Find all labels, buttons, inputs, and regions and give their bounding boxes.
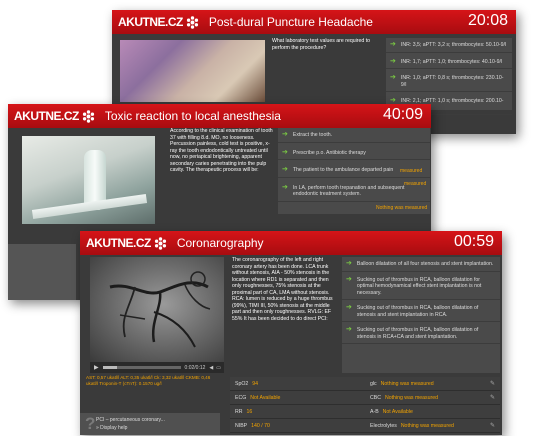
answer-option[interactable]: ➔ Prescribe p.o. Antibiotic therapy bbox=[278, 143, 430, 160]
vital-spo2[interactable]: SpO2 94 bbox=[230, 381, 365, 387]
case-title: Post-dural Puncture Headache bbox=[208, 15, 373, 29]
case-timer: 40:09 bbox=[382, 106, 423, 123]
volume-icon[interactable]: ◀ bbox=[209, 365, 213, 371]
video-time: 0:02/0:12 bbox=[184, 364, 206, 371]
answer-option[interactable]: ➔ Sucking out of thrombus in RCA, balloon… bbox=[342, 300, 500, 322]
vitals-row: RR 16 A-B Not Available bbox=[230, 405, 500, 419]
answer-option[interactable]: ➔ INR: 3,5; aPTT: 3,2 s; thrombocytes: 50… bbox=[386, 38, 512, 53]
answer-option[interactable]: ➔ Extract the tooth. bbox=[278, 128, 430, 143]
brand-logo: AKUTNE.CZ bbox=[118, 15, 199, 29]
case-title: Coronarography bbox=[176, 236, 264, 250]
arrow-icon: ➔ bbox=[282, 131, 288, 138]
snowflake-icon bbox=[154, 236, 166, 250]
angiogram-image bbox=[109, 271, 211, 348]
angiogram-video[interactable] bbox=[90, 257, 224, 362]
case-question: What laboratory test values are required… bbox=[272, 38, 371, 51]
brand-logo: AKUTNE.CZ bbox=[14, 109, 95, 123]
case-photo bbox=[120, 40, 265, 102]
vital-glc[interactable]: glc Nothing was measured ✎ bbox=[365, 380, 500, 388]
arrow-icon: ➔ bbox=[390, 41, 396, 48]
case-title: Toxic reaction to local anesthesia bbox=[104, 109, 281, 123]
window-titlebar: AKUTNE.CZ Post-dural Puncture Headache 2… bbox=[112, 10, 516, 34]
arrow-icon: ➔ bbox=[346, 304, 352, 311]
answer-option[interactable]: ➔ Balloon dilatation of all four stenosis… bbox=[342, 257, 500, 272]
answer-list: ➔ Balloon dilatation of all four stenosis… bbox=[342, 257, 500, 373]
lab-results: AST: 0,57 ukatl/l ALT: 0,35 ukatl/l Ck: … bbox=[86, 375, 211, 386]
vital-partial: Nothing was measured bbox=[376, 205, 428, 211]
side-label bbox=[8, 244, 76, 300]
answer-option[interactable]: ➔ Sucking out of thrombus in RCA, balloon… bbox=[342, 272, 500, 300]
fullscreen-icon[interactable]: ▭ bbox=[216, 365, 221, 371]
edit-icon[interactable]: ✎ bbox=[490, 380, 495, 387]
case-question: The coronarography of the left and right… bbox=[232, 257, 333, 322]
arrow-icon: ➔ bbox=[346, 260, 352, 267]
arrow-icon: ➔ bbox=[390, 74, 396, 81]
help-status: ? PCI – percutaneous coronary... » Displ… bbox=[80, 413, 220, 435]
edit-icon[interactable]: ✎ bbox=[490, 394, 495, 401]
vitals-panel: SpO2 94 glc Nothing was measured ✎ ECG Not A… bbox=[230, 377, 500, 435]
snowflake-icon bbox=[82, 109, 94, 123]
play-icon[interactable]: ▶ bbox=[94, 364, 99, 371]
arrow-icon: ➔ bbox=[390, 57, 396, 65]
vital-electrolytes[interactable]: Electrolytes Nothing was measured ✎ bbox=[365, 422, 500, 430]
vitals-row: SpO2 94 glc Nothing was measured ✎ bbox=[230, 377, 500, 391]
case-timer: 00:59 bbox=[453, 233, 494, 250]
status-topic: PCI – percutaneous coronary... bbox=[96, 417, 165, 423]
window-titlebar: AKUTNE.CZ Coronarography 00:59 bbox=[80, 231, 502, 255]
vital-rr[interactable]: RR 16 bbox=[230, 409, 365, 415]
vital-partial: measured bbox=[400, 168, 423, 174]
answer-option[interactable]: ➔ Sucking out of thrombus in RCA, balloon… bbox=[342, 322, 500, 344]
vital-partial: measured bbox=[404, 181, 427, 187]
arrow-icon: ➔ bbox=[346, 326, 352, 333]
case-window-coronarography[interactable]: AKUTNE.CZ Coronarography 00:59 ▶ 0:02/0:… bbox=[80, 231, 502, 435]
vital-nibp[interactable]: NIBP 140 / 70 bbox=[230, 423, 365, 429]
brand-logo: AKUTNE.CZ bbox=[86, 236, 167, 250]
vitals-row: NIBP 140 / 70 Electrolytes Nothing was mea… bbox=[230, 419, 500, 433]
vitals-row: ECG Not Available CBC Nothing was measured… bbox=[230, 391, 500, 405]
answer-option[interactable]: ➔ INR: 1,7; aPTT: 1,0; thrombocytes: 40.1… bbox=[386, 53, 512, 69]
answer-option[interactable]: ➔ INR: 1,0; aPTT: 0,8 s; thrombocytes: 23… bbox=[386, 69, 512, 92]
arrow-icon: ➔ bbox=[282, 183, 288, 191]
case-timer: 20:08 bbox=[467, 12, 508, 29]
video-controls: ▶ 0:02/0:12 ◀ ▭ bbox=[90, 362, 224, 373]
edit-icon[interactable]: ✎ bbox=[490, 422, 495, 429]
case-question: According to the clinical examination of… bbox=[170, 128, 273, 173]
arrow-icon: ➔ bbox=[346, 275, 352, 283]
seek-bar[interactable] bbox=[102, 366, 181, 369]
case-photo bbox=[22, 136, 155, 224]
window-titlebar: AKUTNE.CZ Toxic reaction to local anesth… bbox=[8, 104, 431, 128]
snowflake-icon bbox=[186, 15, 198, 29]
arrow-icon: ➔ bbox=[282, 148, 288, 156]
display-help-link[interactable]: » Display help bbox=[96, 425, 127, 431]
vital-cbc[interactable]: CBC Nothing was measured ✎ bbox=[365, 394, 500, 402]
answer-list: ➔ INR: 3,5; aPTT: 3,2 s; thrombocytes: 50… bbox=[386, 38, 512, 115]
help-icon[interactable]: ? bbox=[85, 414, 95, 434]
arrow-icon: ➔ bbox=[282, 166, 288, 173]
vital-ecg[interactable]: ECG Not Available bbox=[230, 395, 365, 401]
vital-ab[interactable]: A-B Not Available bbox=[365, 409, 500, 415]
